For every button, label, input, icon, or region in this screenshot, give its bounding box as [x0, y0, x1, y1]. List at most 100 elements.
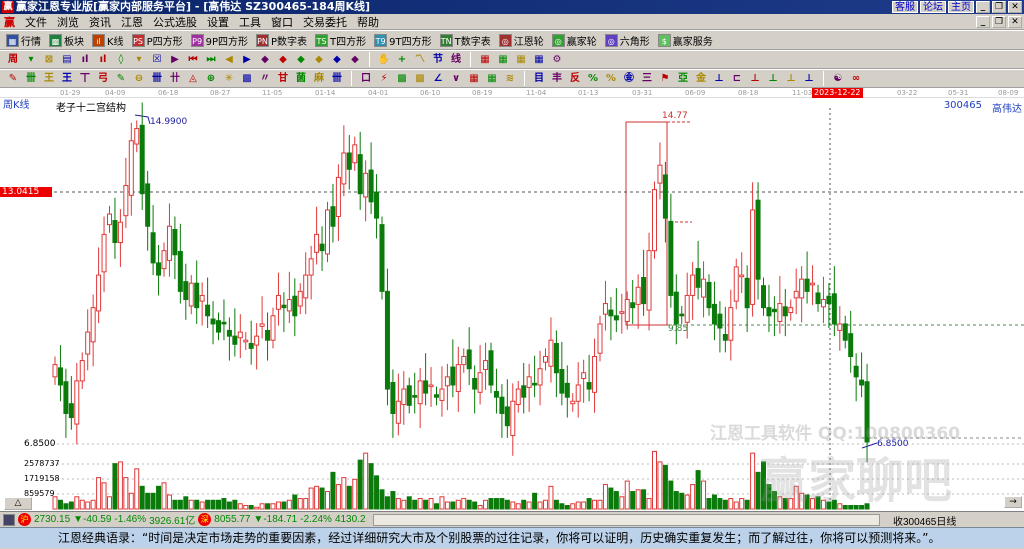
tool-icon-1[interactable]: ▾	[24, 53, 38, 67]
toolbar-button-3[interactable]: PS P四方形	[131, 33, 183, 48]
tool-icon-15[interactable]: ◆	[276, 53, 290, 67]
tool-icon-9[interactable]: ▶	[168, 53, 182, 67]
toolbar-button-10[interactable]: ◎ 赢家轮	[551, 33, 597, 48]
toolbar-button-11[interactable]: ◎ 六角形	[604, 33, 650, 48]
toolbar-button-2[interactable]: ıl K线	[92, 33, 124, 48]
kline-chart[interactable]: 周K线 老子十二宫结构 300465 高伟达 13.0415 6.8500 25…	[0, 98, 1024, 511]
mdi-close-button[interactable]: ✕	[1008, 16, 1022, 28]
tool-icon-26[interactable]: ▦	[496, 53, 510, 67]
restore-button[interactable]: ❐	[992, 1, 1006, 13]
tool-icon-24[interactable]: ∨	[449, 72, 463, 86]
tool-icon-16[interactable]: 菌	[294, 72, 308, 86]
scroll-right-button[interactable]: →	[1004, 496, 1022, 508]
tool-icon-0[interactable]: ✎	[6, 72, 20, 86]
tool-icon-1[interactable]: 卌	[24, 72, 38, 86]
tool-icon-29[interactable]: ⚙	[550, 53, 564, 67]
tool-icon-21[interactable]: +	[395, 53, 409, 67]
tool-icon-14[interactable]: ◆	[258, 53, 272, 67]
tool-icon-2[interactable]: 王	[42, 72, 56, 86]
expand-button[interactable]: △	[4, 497, 32, 510]
tool-icon-15[interactable]: 甘	[276, 72, 290, 86]
tool-icon-21[interactable]: ▩	[395, 72, 409, 86]
toolbar-button-1[interactable]: ▩ 板块	[49, 33, 84, 48]
mdi-minimize-button[interactable]: _	[976, 16, 990, 28]
tool-icon-6[interactable]: ◊	[114, 53, 128, 67]
tool-icon-14[interactable]: 〃	[258, 72, 272, 86]
menu-tools[interactable]: 工具	[239, 14, 261, 30]
tool-icon-29[interactable]: 丰	[550, 72, 564, 86]
tool-icon-31[interactable]: %	[586, 72, 600, 86]
toolbar-button-0[interactable]: ▦ 行情	[6, 33, 41, 48]
tool-icon-23[interactable]: ∠	[431, 72, 445, 86]
tool-icon-5[interactable]: ıl	[96, 53, 110, 67]
menu-trade[interactable]: 交易委托	[303, 14, 347, 30]
tool-icon-12[interactable]: ◀	[222, 53, 236, 67]
tool-icon-6[interactable]: ✎	[114, 72, 128, 86]
minimize-button[interactable]: _	[976, 1, 990, 13]
tool-icon-13[interactable]: ▶	[240, 53, 254, 67]
tool-icon-19[interactable]: ◆	[348, 53, 362, 67]
tool-icon-34[interactable]: 三	[640, 72, 654, 86]
tool-icon-0[interactable]: 周	[6, 53, 20, 67]
tool-icon-33[interactable]: ㊎	[622, 72, 636, 86]
toolbar-button-12[interactable]: $ 赢家服务	[657, 33, 713, 48]
toolbar-button-5[interactable]: PN P数字表	[256, 33, 307, 48]
horizontal-scrollbar[interactable]	[372, 513, 880, 526]
tool-icon-42[interactable]: ⊥	[784, 72, 798, 86]
tool-icon-18[interactable]: ◆	[330, 53, 344, 67]
tool-icon-18[interactable]: 卌	[330, 72, 344, 86]
tool-icon-28[interactable]: 目	[532, 72, 546, 86]
tool-icon-4[interactable]: ıl	[78, 53, 92, 67]
chart-canvas[interactable]	[0, 98, 1024, 511]
menu-formula[interactable]: 公式选股	[153, 14, 197, 30]
tool-icon-13[interactable]: ▩	[240, 72, 254, 86]
tool-icon-20[interactable]: ⚡	[377, 72, 391, 86]
mdi-restore-button[interactable]: ❐	[992, 16, 1006, 28]
tool-icon-7[interactable]: ▾	[132, 53, 146, 67]
tool-icon-3[interactable]: 王	[60, 72, 74, 86]
menu-browse[interactable]: 浏览	[57, 14, 79, 30]
tool-icon-41[interactable]: ⊥	[766, 72, 780, 86]
tool-icon-37[interactable]: 金	[694, 72, 708, 86]
tool-icon-35[interactable]: ⚑	[658, 72, 672, 86]
tool-icon-9[interactable]: 卄	[168, 72, 182, 86]
tool-icon-10[interactable]: ◬	[186, 72, 200, 86]
menu-help[interactable]: 帮助	[357, 14, 379, 30]
tool-icon-26[interactable]: ▦	[485, 72, 499, 86]
tool-icon-22[interactable]: 〽	[413, 53, 427, 67]
tool-icon-19[interactable]: 口	[359, 72, 373, 86]
tool-icon-8[interactable]: ☒	[150, 53, 164, 67]
tool-icon-22[interactable]: ▩	[413, 72, 427, 86]
tool-icon-40[interactable]: ⊥	[748, 72, 762, 86]
tool-icon-12[interactable]: ✳	[222, 72, 236, 86]
menu-news[interactable]: 资讯	[89, 14, 111, 30]
tool-icon-44[interactable]: ☯	[831, 72, 845, 86]
tool-icon-11[interactable]: ⊕	[204, 72, 218, 86]
tool-icon-30[interactable]: 反	[568, 72, 582, 86]
support-link[interactable]: 客服	[892, 1, 918, 13]
tool-icon-8[interactable]: 卌	[150, 72, 164, 86]
toolbar-button-4[interactable]: P9 9P四方形	[190, 33, 248, 48]
menu-window[interactable]: 窗口	[271, 14, 293, 30]
tool-icon-17[interactable]: 麻	[312, 72, 326, 86]
close-button[interactable]: ✕	[1008, 1, 1022, 13]
tool-icon-27[interactable]: ≋	[503, 72, 517, 86]
toolbar-button-9[interactable]: ◎ 江恩轮	[498, 33, 544, 48]
tool-icon-7[interactable]: ⊖	[132, 72, 146, 86]
tool-icon-28[interactable]: ▦	[532, 53, 546, 67]
tool-icon-16[interactable]: ◆	[294, 53, 308, 67]
tool-icon-5[interactable]: 弓	[96, 72, 110, 86]
toolbar-button-7[interactable]: T9 9T四方形	[374, 33, 432, 48]
tool-icon-39[interactable]: ⊏	[730, 72, 744, 86]
tool-icon-45[interactable]: ∞	[849, 72, 863, 86]
toolbar-button-6[interactable]: TS T四方形	[315, 33, 366, 48]
tool-icon-3[interactable]: ▤	[60, 53, 74, 67]
menu-gann[interactable]: 江恩	[121, 14, 143, 30]
tool-icon-20[interactable]: ✋	[377, 53, 391, 67]
tool-icon-4[interactable]: 丅	[78, 72, 92, 86]
tool-icon-25[interactable]: ▦	[467, 72, 481, 86]
menu-file[interactable]: 文件	[25, 14, 47, 30]
toolbar-button-8[interactable]: TN T数字表	[439, 33, 491, 48]
tool-icon-32[interactable]: %	[604, 72, 618, 86]
tool-icon-25[interactable]: ▦	[478, 53, 492, 67]
